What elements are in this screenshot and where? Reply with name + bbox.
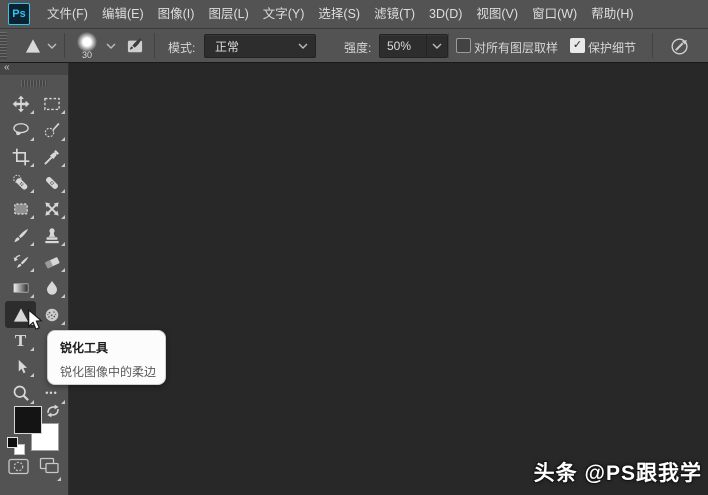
protect-detail-label[interactable]: 保护细节 xyxy=(588,39,636,56)
watermark-text: 头条 @PS跟我学 xyxy=(533,462,702,485)
toolbar-collapse-button[interactable]: « xyxy=(0,62,68,75)
crop-tool[interactable] xyxy=(5,144,36,170)
eyedropper-tool[interactable] xyxy=(36,144,67,170)
default-colors-icon[interactable] xyxy=(6,436,26,456)
menu-type[interactable]: 文字(Y) xyxy=(256,0,312,28)
blur-tool[interactable] xyxy=(36,275,67,301)
history-brush-tool[interactable] xyxy=(5,249,36,275)
airbrush-toggle-icon[interactable] xyxy=(668,34,692,58)
options-bar-grip xyxy=(0,32,7,59)
photoshop-window: Ps 文件(F) 编辑(E) 图像(I) 图层(L) 文字(Y) 选择(S) 滤… xyxy=(0,0,708,495)
menu-image[interactable]: 图像(I) xyxy=(151,0,202,28)
screen-mode-button[interactable] xyxy=(39,457,61,481)
strength-chevron-icon[interactable] xyxy=(426,35,447,57)
type-tool[interactable]: T xyxy=(5,328,36,354)
quick-selection-tool[interactable] xyxy=(36,117,67,143)
menu-items: 文件(F) 编辑(E) 图像(I) 图层(L) 文字(Y) 选择(S) 滤镜(T… xyxy=(40,0,641,28)
menu-help[interactable]: 帮助(H) xyxy=(584,0,640,28)
menu-edit[interactable]: 编辑(E) xyxy=(95,0,151,28)
swap-colors-icon[interactable] xyxy=(45,403,61,424)
content-aware-move-tool[interactable] xyxy=(36,196,67,222)
mode-label: 模式: xyxy=(168,41,196,55)
path-selection-tool[interactable] xyxy=(5,354,36,380)
brush-size-value: 30 xyxy=(81,50,92,60)
toolbar-grip xyxy=(21,80,47,87)
divider xyxy=(64,33,65,58)
check-icon: ✓ xyxy=(572,39,583,51)
sample-all-layers-checkbox[interactable] xyxy=(456,38,471,53)
menu-window[interactable]: 窗口(W) xyxy=(525,0,584,28)
brush-picker-chevron-icon[interactable] xyxy=(106,43,116,49)
tools-panel: « T ••• xyxy=(0,62,69,495)
ps-logo: Ps xyxy=(8,3,30,25)
brush-preset-picker[interactable]: 30 xyxy=(74,32,100,60)
move-tool[interactable] xyxy=(5,91,36,117)
sample-all-layers-label[interactable]: 对所有图层取样 xyxy=(474,39,558,56)
brush-preview-icon xyxy=(77,32,97,52)
menu-view[interactable]: 视图(V) xyxy=(469,0,525,28)
mode-select[interactable]: 正常 xyxy=(204,34,316,58)
ellipsis-icon: ••• xyxy=(45,388,58,399)
menu-layer[interactable]: 图层(L) xyxy=(201,0,255,28)
divider xyxy=(154,33,155,58)
healing-brush-tool[interactable] xyxy=(36,170,67,196)
tooltip-sharpen-tool: 锐化工具 锐化图像中的柔边 xyxy=(47,330,166,385)
divider xyxy=(448,33,449,58)
brush-tool[interactable] xyxy=(5,222,36,248)
menu-bar: Ps 文件(F) 编辑(E) 图像(I) 图层(L) 文字(Y) 选择(S) 滤… xyxy=(0,0,708,29)
divider xyxy=(652,33,653,58)
collapse-icon: « xyxy=(4,62,9,73)
tool-preset-sharpen-icon[interactable] xyxy=(20,34,46,58)
strength-control: 50% xyxy=(379,34,448,58)
patch-tool[interactable] xyxy=(5,196,36,222)
lasso-tool[interactable] xyxy=(5,117,36,143)
eraser-tool[interactable] xyxy=(36,249,67,275)
zoom-tool[interactable] xyxy=(5,380,36,406)
clone-stamp-tool[interactable] xyxy=(36,222,67,248)
gradient-tool[interactable] xyxy=(5,275,36,301)
canvas-area xyxy=(69,63,708,495)
menu-filter[interactable]: 滤镜(T) xyxy=(367,0,422,28)
options-bar: 30 模式: 正常 强度: 50% 对所有图层取样 ✓ 保护细节 xyxy=(0,29,708,63)
menu-file[interactable]: 文件(F) xyxy=(40,0,95,28)
mode-chevron-icon xyxy=(298,43,315,49)
strength-input[interactable]: 50% xyxy=(380,35,426,57)
tooltip-description: 锐化图像中的柔边 xyxy=(60,365,157,379)
sponge-tool[interactable] xyxy=(36,301,67,327)
protect-detail-checkbox[interactable]: ✓ xyxy=(570,38,585,53)
rectangular-marquee-tool[interactable] xyxy=(36,91,67,117)
sharpen-tool[interactable] xyxy=(5,301,36,328)
strength-label: 强度: xyxy=(344,41,372,55)
type-tool-glyph: T xyxy=(14,330,27,350)
menu-3d[interactable]: 3D(D) xyxy=(422,0,469,28)
spot-healing-brush-tool[interactable] xyxy=(5,170,36,196)
tool-preset-chevron-icon[interactable] xyxy=(47,43,57,49)
tooltip-title: 锐化工具 xyxy=(60,341,109,355)
mode-value: 正常 xyxy=(215,39,240,54)
default-foreground-swatch xyxy=(7,437,18,448)
menu-select[interactable]: 选择(S) xyxy=(311,0,367,28)
foreground-color-swatch[interactable] xyxy=(14,406,42,434)
quick-mask-button[interactable] xyxy=(8,458,29,480)
toggle-brush-panel-icon[interactable] xyxy=(124,35,146,57)
